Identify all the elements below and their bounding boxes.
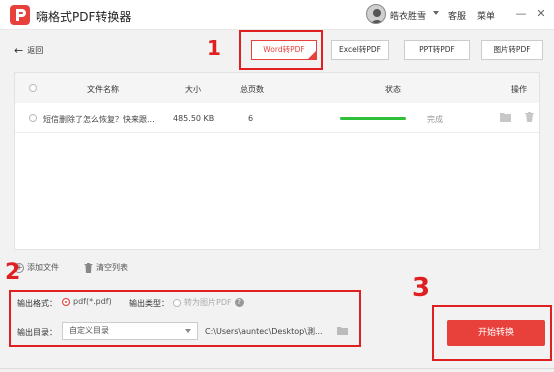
add-file-button[interactable]: + 添加文件 bbox=[14, 262, 59, 273]
support-button[interactable]: 客服 bbox=[448, 9, 466, 22]
file-name: 短信删除了怎么恢复？快来跟... bbox=[43, 115, 155, 124]
clear-list-button[interactable]: 清空列表 bbox=[84, 262, 128, 273]
trash-icon[interactable] bbox=[524, 112, 535, 122]
file-size: 485.50 KB bbox=[173, 114, 215, 123]
clear-list-label: 清空列表 bbox=[96, 263, 128, 272]
annotation-box-3 bbox=[432, 305, 552, 361]
back-label: 返回 bbox=[27, 46, 44, 55]
username[interactable]: 皓衣胜雪 bbox=[390, 9, 426, 22]
annotation-box-1 bbox=[239, 30, 323, 70]
annotation-number-2: 2 bbox=[5, 260, 21, 285]
tab-image-to-pdf[interactable]: 图片转PDF bbox=[481, 40, 543, 60]
title-bar: 嗨格式PDF转换器 皓衣胜雪 客服 菜单 — ✕ bbox=[0, 0, 554, 30]
divider bbox=[0, 368, 554, 369]
column-header-name: 文件名称 bbox=[87, 85, 119, 94]
progress-bar bbox=[340, 117, 406, 120]
chevron-down-icon[interactable] bbox=[433, 11, 439, 15]
annotation-box-2 bbox=[9, 290, 361, 347]
table-row[interactable]: 短信删除了怎么恢复？快来跟... 485.50 KB 6 完成 bbox=[15, 103, 539, 133]
back-arrow-icon: ← bbox=[14, 44, 24, 57]
column-header-status: 状态 bbox=[385, 85, 401, 94]
avatar[interactable] bbox=[366, 4, 386, 24]
select-all-radio[interactable] bbox=[29, 84, 37, 92]
close-icon[interactable]: ✕ bbox=[533, 6, 549, 22]
status-text: 完成 bbox=[427, 115, 443, 124]
table-header: 文件名称 大小 总页数 状态 操作 bbox=[15, 73, 539, 103]
annotation-number-3: 3 bbox=[412, 273, 431, 303]
folder-icon[interactable] bbox=[500, 112, 511, 122]
file-pages: 6 bbox=[248, 114, 254, 123]
app-logo-icon bbox=[10, 5, 30, 25]
row-select-radio[interactable] bbox=[29, 114, 37, 122]
trash-icon bbox=[84, 262, 93, 273]
menu-button[interactable]: 菜单 bbox=[477, 9, 495, 22]
column-header-pages: 总页数 bbox=[240, 85, 264, 94]
tab-excel-to-pdf[interactable]: Excel转PDF bbox=[331, 40, 389, 60]
back-button[interactable]: ← 返回 bbox=[14, 43, 44, 57]
tab-ppt-to-pdf[interactable]: PPT转PDF bbox=[404, 40, 470, 60]
add-file-label: 添加文件 bbox=[27, 263, 59, 272]
column-header-size: 大小 bbox=[185, 85, 201, 94]
app-title: 嗨格式PDF转换器 bbox=[36, 10, 132, 24]
progress-fill bbox=[340, 117, 406, 120]
minimize-icon[interactable]: — bbox=[513, 6, 529, 22]
file-table: 文件名称 大小 总页数 状态 操作 短信删除了怎么恢复？快来跟... 485.5… bbox=[14, 72, 540, 250]
column-header-actions: 操作 bbox=[511, 85, 527, 94]
annotation-number-1: 1 bbox=[207, 36, 221, 60]
